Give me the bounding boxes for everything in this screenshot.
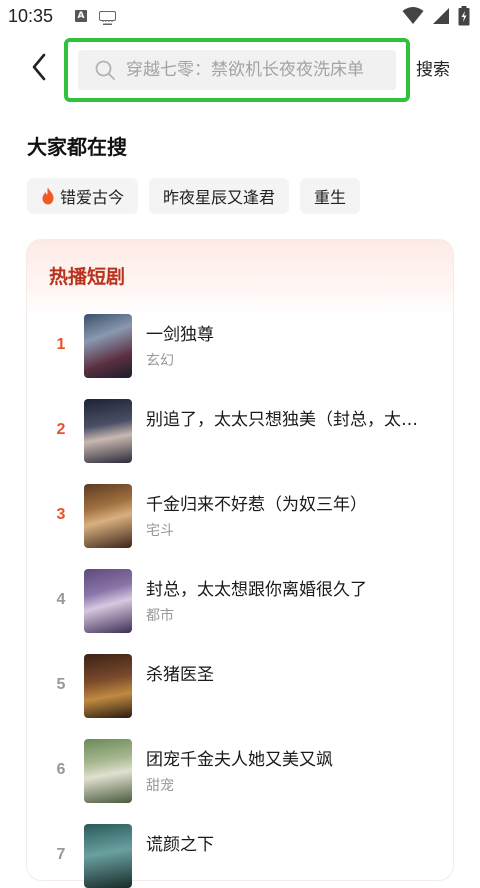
chevron-left-icon: [32, 53, 46, 81]
drama-list-item[interactable]: 2 别追了，太太只想独美（封总，太太想离婚）: [27, 399, 453, 463]
search-highlight-frame: [64, 38, 410, 102]
rank-number: 4: [56, 591, 66, 608]
drama-cover-image: [84, 399, 132, 463]
rank-number: 3: [56, 506, 66, 523]
drama-title: 团宠千金夫人她又美又飒: [146, 750, 333, 770]
trending-title: 大家都在搜: [27, 135, 127, 159]
drama-cover-image: [84, 824, 132, 888]
rank-number: 2: [56, 421, 66, 438]
status-time: 10:35: [8, 6, 54, 26]
drama-title: 杀猪医圣: [146, 665, 214, 685]
trending-chip[interactable]: 重生: [300, 178, 361, 214]
drama-list-item[interactable]: 6 团宠千金夫人她又美又飒 甜宠: [27, 739, 453, 803]
hot-drama-title: 热播短剧: [49, 266, 126, 288]
drama-genre-tag: 宅斗: [146, 523, 174, 539]
drama-title: 谎颜之下: [146, 835, 214, 855]
drama-title: 千金归来不好惹（为奴三年）: [146, 495, 367, 515]
drama-cover-image: [84, 654, 132, 718]
search-bar[interactable]: [78, 50, 396, 90]
drama-genre-tag: 玄幻: [146, 353, 174, 369]
drama-list-item[interactable]: 4 封总，太太想跟你离婚很久了 都市: [27, 569, 453, 633]
flame-icon: [42, 187, 54, 205]
drama-cover-image: [84, 314, 132, 378]
rank-number: 5: [56, 676, 66, 693]
trending-chip[interactable]: 错爱古今: [27, 178, 139, 214]
chip-label: 昨夜星辰又逢君: [163, 188, 276, 207]
trending-chips: 错爱古今 昨夜星辰又逢君 重生: [27, 178, 361, 214]
search-button[interactable]: 搜索: [416, 55, 450, 80]
rank-number: 1: [56, 336, 66, 353]
chip-label: 错爱古今: [60, 188, 125, 207]
rank-number: 7: [56, 846, 66, 863]
drama-title: 一剑独尊: [146, 325, 214, 345]
wifi-icon: [402, 7, 424, 24]
search-icon: [95, 60, 115, 80]
drama-genre-tag: 甜宠: [146, 778, 174, 794]
a-notification-icon: A: [75, 10, 87, 22]
chip-label: 重生: [314, 188, 347, 207]
rank-number: 6: [56, 761, 66, 778]
drama-title: 别追了，太太只想独美（封总，太太想离婚）: [146, 410, 431, 430]
trending-chip[interactable]: 昨夜星辰又逢君: [149, 178, 290, 214]
search-input[interactable]: [126, 60, 386, 80]
drama-list-item[interactable]: 5 杀猪医圣: [27, 654, 453, 718]
drama-title: 封总，太太想跟你离婚很久了: [146, 580, 367, 600]
drama-list-item[interactable]: 1 一剑独尊 玄幻: [27, 314, 453, 378]
drama-cover-image: [84, 484, 132, 548]
drama-list-item[interactable]: 3 千金归来不好惹（为奴三年） 宅斗: [27, 484, 453, 548]
status-bar: 10:35 A: [0, 0, 480, 34]
hot-drama-card: 热播短剧 1 一剑独尊 玄幻 2 别追了，太太只想独美（封总，太太想离婚） 3 …: [27, 240, 453, 888]
drama-cover-image: [84, 569, 132, 633]
battery-charging-icon: [458, 6, 470, 26]
back-button[interactable]: [24, 50, 54, 84]
keyboard-icon: [99, 11, 116, 25]
signal-icon: [433, 8, 449, 24]
drama-list-item[interactable]: 7 谎颜之下: [27, 824, 453, 888]
drama-genre-tag: 都市: [146, 608, 174, 624]
drama-cover-image: [84, 739, 132, 803]
